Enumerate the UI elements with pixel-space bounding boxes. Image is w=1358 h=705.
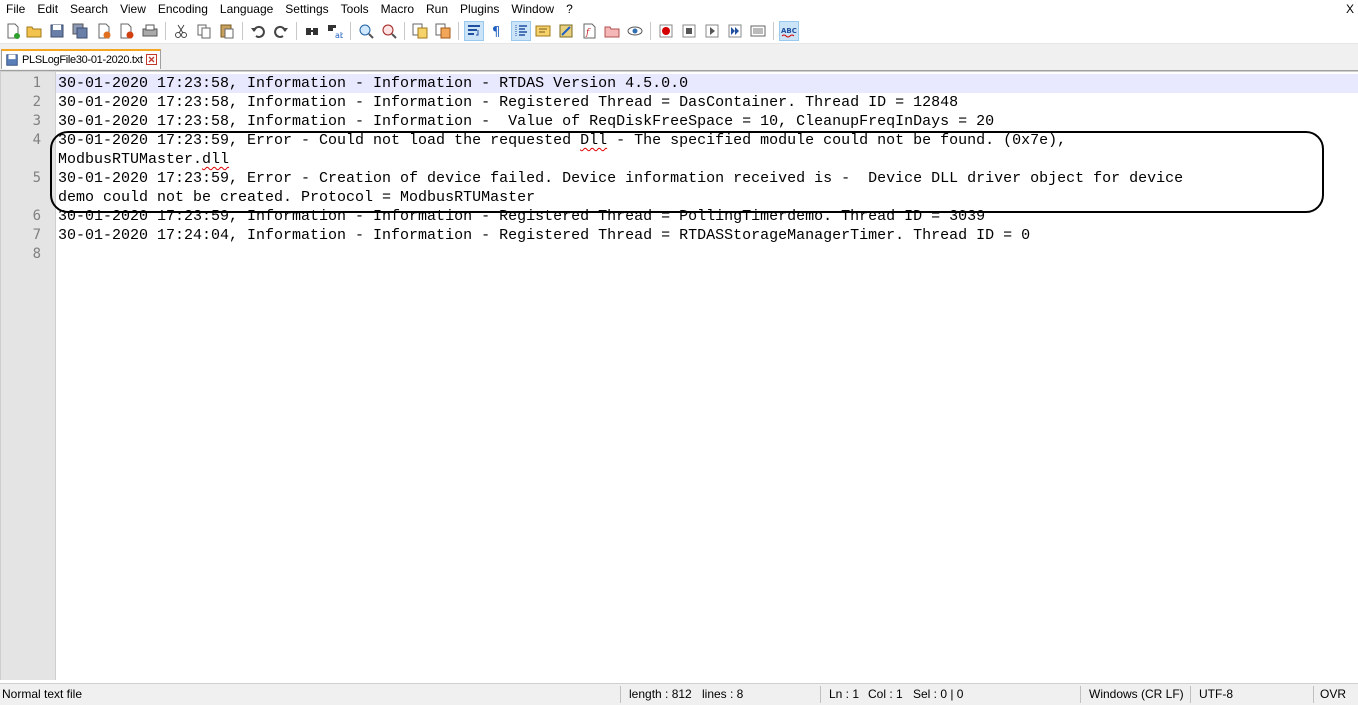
show-all-characters-icon[interactable]: ¶	[488, 22, 506, 40]
text-line-2[interactable]: 30-01-2020 17:23:58, Information - Infor…	[58, 93, 1358, 112]
function-list-icon[interactable]: f	[580, 22, 598, 40]
line-number: 3	[32, 113, 41, 129]
line-number: 8	[32, 246, 41, 262]
text-line-7[interactable]: 30-01-2020 17:24:04, Information - Infor…	[58, 226, 1358, 245]
spell-check-icon[interactable]: ABC	[779, 21, 799, 41]
line-4-start: 30-01-2020 17:23:59, Error - Could not l…	[58, 132, 581, 149]
sync-vertical-icon[interactable]	[411, 22, 429, 40]
status-lines: lines : 8	[702, 687, 744, 701]
tab-close-icon[interactable]	[146, 54, 157, 65]
close-icon[interactable]	[95, 22, 113, 40]
find-icon[interactable]	[303, 22, 321, 40]
saved-file-icon	[6, 54, 18, 66]
menu-bar: File Edit Search View Encoding Language …	[0, 0, 1358, 19]
text-area[interactable]: 30-01-2020 17:23:58, Information - Infor…	[56, 72, 1358, 680]
tab-label: PLSLogFile30-01-2020.txt	[22, 54, 143, 66]
indent-guide-icon[interactable]	[511, 21, 531, 41]
text-line-5-wrap[interactable]: demo could not be created. Protocol = Mo…	[58, 188, 1358, 207]
status-encoding[interactable]: UTF-8	[1199, 684, 1233, 705]
menu-search[interactable]: Search	[64, 0, 114, 19]
print-icon[interactable]	[141, 22, 159, 40]
spell-error-dll-ext: dll	[202, 151, 230, 168]
line-4-wrap-start: ModbusRTUMaster.	[58, 151, 203, 168]
spell-error-dll: Dll	[580, 132, 608, 149]
status-eol[interactable]: Windows (CR LF)	[1089, 684, 1184, 705]
zoom-in-icon[interactable]	[357, 22, 375, 40]
menu-tools[interactable]: Tools	[335, 0, 375, 19]
menu-help[interactable]: ?	[560, 0, 579, 19]
line-4-rest: - The specified module could not be foun…	[607, 132, 1067, 149]
close-all-icon[interactable]	[118, 22, 136, 40]
tab-bar: PLSLogFile30-01-2020.txt	[0, 44, 1358, 71]
line-number: 4	[32, 132, 41, 148]
line-number-gutter: 1 2 3 4 5 6 7 8	[0, 72, 56, 680]
save-macro-icon[interactable]	[749, 22, 767, 40]
menu-window[interactable]: Window	[505, 0, 560, 19]
editor[interactable]: 1 2 3 4 5 6 7 8 30-01-2020 17:23:58, Inf…	[0, 71, 1358, 680]
document-map-icon[interactable]	[557, 22, 575, 40]
menu-macro[interactable]: Macro	[375, 0, 420, 19]
paste-icon[interactable]	[218, 22, 236, 40]
text-line-6[interactable]: 30-01-2020 17:23:59, Information - Infor…	[58, 207, 1358, 226]
cut-icon[interactable]	[172, 22, 190, 40]
line-number: 1	[32, 75, 41, 91]
line-number: 7	[32, 227, 41, 243]
monitoring-icon[interactable]	[626, 22, 644, 40]
status-file-type: Normal text file	[2, 687, 83, 701]
menu-file[interactable]: File	[0, 0, 31, 19]
folder-as-workspace-icon[interactable]	[603, 22, 621, 40]
playback-icon[interactable]	[703, 22, 721, 40]
line-number: 2	[32, 94, 41, 110]
text-line-1[interactable]: 30-01-2020 17:23:58, Information - Infor…	[56, 74, 1358, 93]
new-file-icon[interactable]	[4, 22, 22, 40]
line-number: 6	[32, 208, 41, 224]
svg-text:ab: ab	[335, 31, 343, 39]
word-wrap-icon[interactable]	[464, 21, 484, 41]
stop-recording-icon[interactable]	[680, 22, 698, 40]
status-selection: Sel : 0 | 0	[913, 687, 964, 701]
menu-run[interactable]: Run	[420, 0, 454, 19]
save-icon[interactable]	[48, 22, 66, 40]
status-line-number: Ln : 1	[829, 687, 860, 701]
text-line-5[interactable]: 30-01-2020 17:23:59, Error - Creation of…	[58, 169, 1358, 188]
svg-text:¶: ¶	[492, 25, 500, 39]
text-line-3[interactable]: 30-01-2020 17:23:58, Information - Infor…	[58, 112, 1358, 131]
user-defined-language-icon[interactable]	[534, 22, 552, 40]
menu-view[interactable]: View	[114, 0, 152, 19]
run-macro-multiple-icon[interactable]	[726, 22, 744, 40]
status-column: Col : 1	[868, 687, 903, 701]
close-document-button[interactable]: X	[1344, 0, 1356, 19]
zoom-out-icon[interactable]	[380, 22, 398, 40]
menu-language[interactable]: Language	[214, 0, 279, 19]
redo-icon[interactable]	[272, 22, 290, 40]
open-file-icon[interactable]	[25, 22, 43, 40]
menu-plugins[interactable]: Plugins	[454, 0, 505, 19]
menu-edit[interactable]: Edit	[31, 0, 64, 19]
line-number: 5	[32, 170, 41, 186]
save-all-icon[interactable]	[71, 22, 89, 40]
status-overwrite-mode[interactable]: OVR	[1320, 684, 1346, 705]
svg-text:ABC: ABC	[781, 27, 797, 35]
undo-icon[interactable]	[249, 22, 267, 40]
menu-settings[interactable]: Settings	[279, 0, 334, 19]
status-bar: Normal text file length : 812 lines : 8 …	[0, 683, 1358, 705]
sync-horizontal-icon[interactable]	[434, 22, 452, 40]
start-recording-icon[interactable]	[657, 22, 675, 40]
text-line-4-wrap[interactable]: ModbusRTUMaster.dll	[58, 150, 1358, 169]
tab-plslogfile[interactable]: PLSLogFile30-01-2020.txt	[1, 49, 161, 69]
menu-encoding[interactable]: Encoding	[152, 0, 214, 19]
copy-icon[interactable]	[195, 22, 213, 40]
status-length: length : 812	[629, 687, 692, 701]
text-line-4[interactable]: 30-01-2020 17:23:59, Error - Could not l…	[58, 131, 1358, 150]
toolbar: ab ¶ f ABC	[0, 19, 1358, 44]
replace-icon[interactable]: ab	[326, 22, 344, 40]
